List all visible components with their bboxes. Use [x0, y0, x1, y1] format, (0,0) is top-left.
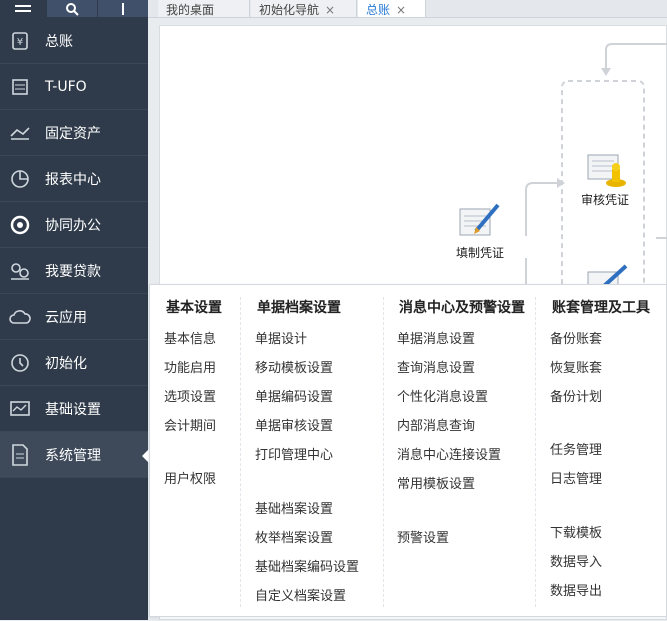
close-icon[interactable]: × [325, 3, 335, 17]
sidebar-item-label: 云应用 [45, 309, 87, 326]
menu-item-basic-archive[interactable]: 基础档案设置 [255, 498, 333, 517]
menu-item-message-center-connect[interactable]: 消息中心连接设置 [397, 444, 501, 463]
sidebar-item-report-center[interactable]: 报表中心 [0, 156, 148, 202]
tab-label: 初始化导航 [259, 3, 320, 17]
menu-item-doc-review[interactable]: 单据审核设置 [255, 415, 333, 434]
sidebar-item-label: 固定资产 [45, 125, 101, 142]
sidebar-item-label: 基础设置 [45, 401, 101, 418]
ufo-report-icon [8, 75, 32, 99]
menu-item-internal-message[interactable]: 内部消息查询 [397, 415, 475, 434]
menu-item-data-import[interactable]: 数据导入 [550, 551, 602, 570]
menu-item-backup-account[interactable]: 备份账套 [550, 328, 602, 347]
menu-column-title: 账套管理及工具 [552, 300, 650, 316]
sidebar-item-label: 初始化 [45, 355, 87, 372]
sidebar-item-system-management[interactable]: 系统管理 [0, 432, 148, 478]
menu-item-option-settings[interactable]: 选项设置 [164, 386, 216, 405]
menu-column-title: 消息中心及预警设置 [399, 300, 525, 316]
menu-item-archive-encoding[interactable]: 基础档案编码设置 [255, 556, 359, 575]
menu-item-mobile-template[interactable]: 移动模板设置 [255, 357, 333, 376]
fixed-asset-icon [8, 121, 32, 145]
menu-item-query-message[interactable]: 查询消息设置 [397, 357, 475, 376]
menu-item-download-template[interactable]: 下载模板 [550, 522, 602, 541]
sidebar-item-label: 总账 [45, 33, 73, 50]
top-toolbar [0, 0, 148, 17]
tab-general-ledger[interactable]: 总账 × [358, 0, 426, 17]
init-clock-icon [8, 351, 32, 375]
tab-label: 总账 [366, 3, 391, 17]
menu-item-task-management[interactable]: 任务管理 [550, 439, 602, 458]
menu-item-user-permissions[interactable]: 用户权限 [164, 468, 216, 487]
menu-item-data-export[interactable]: 数据导出 [550, 580, 602, 599]
menu-item-doc-design[interactable]: 单据设计 [255, 328, 307, 347]
close-icon[interactable]: × [396, 3, 406, 17]
basic-settings-icon [8, 397, 32, 421]
menu-item-alert-settings[interactable]: 预警设置 [397, 527, 449, 546]
menu-item-personal-message[interactable]: 个性化消息设置 [397, 386, 488, 405]
system-document-icon [8, 443, 32, 467]
menu-item-basic-info[interactable]: 基本信息 [164, 328, 216, 347]
add-button[interactable] [98, 0, 148, 17]
sidebar-item-loan[interactable]: 我要贷款 [0, 248, 148, 294]
pie-chart-icon [8, 167, 32, 191]
tab-my-desktop[interactable]: 我的桌面 [158, 0, 250, 17]
tab-init-navigation[interactable]: 初始化导航 × [251, 0, 357, 17]
column-divider [383, 297, 384, 607]
ledger-icon: ¥ [8, 29, 32, 53]
sidebar-item-initialize[interactable]: 初始化 [0, 340, 148, 386]
menu-column-title: 基本设置 [166, 300, 222, 316]
fill-voucher-label: 填制凭证 [456, 246, 505, 260]
hamburger-icon [15, 4, 31, 12]
fill-voucher-icon[interactable] [458, 201, 502, 241]
sidebar-item-cloud-apps[interactable]: 云应用 [0, 294, 148, 340]
loan-icon [8, 259, 32, 283]
menu-item-backup-plan[interactable]: 备份计划 [550, 386, 602, 405]
column-divider [535, 297, 536, 607]
menu-item-restore-account[interactable]: 恢复账套 [550, 357, 602, 376]
review-voucher-icon[interactable] [586, 151, 630, 191]
menu-item-print-center[interactable]: 打印管理中心 [255, 444, 333, 463]
sidebar: ¥ 总账 T-UFO 固定资产 报表中心 协同办公 我要贷款 云应用 初始化 基… [0, 0, 148, 620]
review-voucher-label: 审核凭证 [581, 193, 630, 207]
sidebar-item-label: 系统管理 [45, 447, 101, 464]
menu-item-doc-encoding[interactable]: 单据编码设置 [255, 386, 333, 405]
sidebar-item-label: T-UFO [45, 78, 87, 95]
menu-item-custom-archive[interactable]: 自定义档案设置 [255, 585, 346, 604]
sidebar-item-collaboration[interactable]: 协同办公 [0, 202, 148, 248]
sidebar-item-general-ledger[interactable]: ¥ 总账 [0, 18, 148, 64]
menu-column-title: 单据档案设置 [257, 300, 341, 316]
sidebar-item-label: 协同办公 [45, 217, 101, 234]
sidebar-item-label: 报表中心 [45, 171, 101, 188]
menu-item-doc-message[interactable]: 单据消息设置 [397, 328, 475, 347]
menu-toggle-button[interactable] [0, 0, 46, 17]
search-button[interactable] [47, 0, 97, 17]
menu-item-accounting-period[interactable]: 会计期间 [164, 415, 216, 434]
menu-item-feature-enable[interactable]: 功能启用 [164, 357, 216, 376]
sidebar-item-label: 我要贷款 [45, 263, 101, 280]
cloud-icon [8, 305, 32, 329]
menu-pointer [142, 449, 149, 463]
tab-label: 我的桌面 [166, 3, 215, 17]
menu-item-enum-archive[interactable]: 枚举档案设置 [255, 527, 333, 546]
system-management-menu: 基本设置 基本信息 功能启用 选项设置 会计期间 用户权限 单据档案设置 单据设… [149, 284, 667, 617]
sidebar-item-basic-settings[interactable]: 基础设置 [0, 386, 148, 432]
menu-item-common-template[interactable]: 常用模板设置 [397, 473, 475, 492]
plus-icon [122, 2, 124, 15]
collaboration-icon [8, 213, 32, 237]
menu-item-log-management[interactable]: 日志管理 [550, 468, 602, 487]
tab-bar: 我的桌面 初始化导航 × 总账 × [148, 0, 667, 18]
column-divider [240, 297, 241, 607]
sidebar-item-t-ufo[interactable]: T-UFO [0, 64, 148, 110]
sidebar-item-fixed-assets[interactable]: 固定资产 [0, 110, 148, 156]
svg-text:¥: ¥ [17, 37, 23, 48]
search-icon [66, 2, 79, 16]
